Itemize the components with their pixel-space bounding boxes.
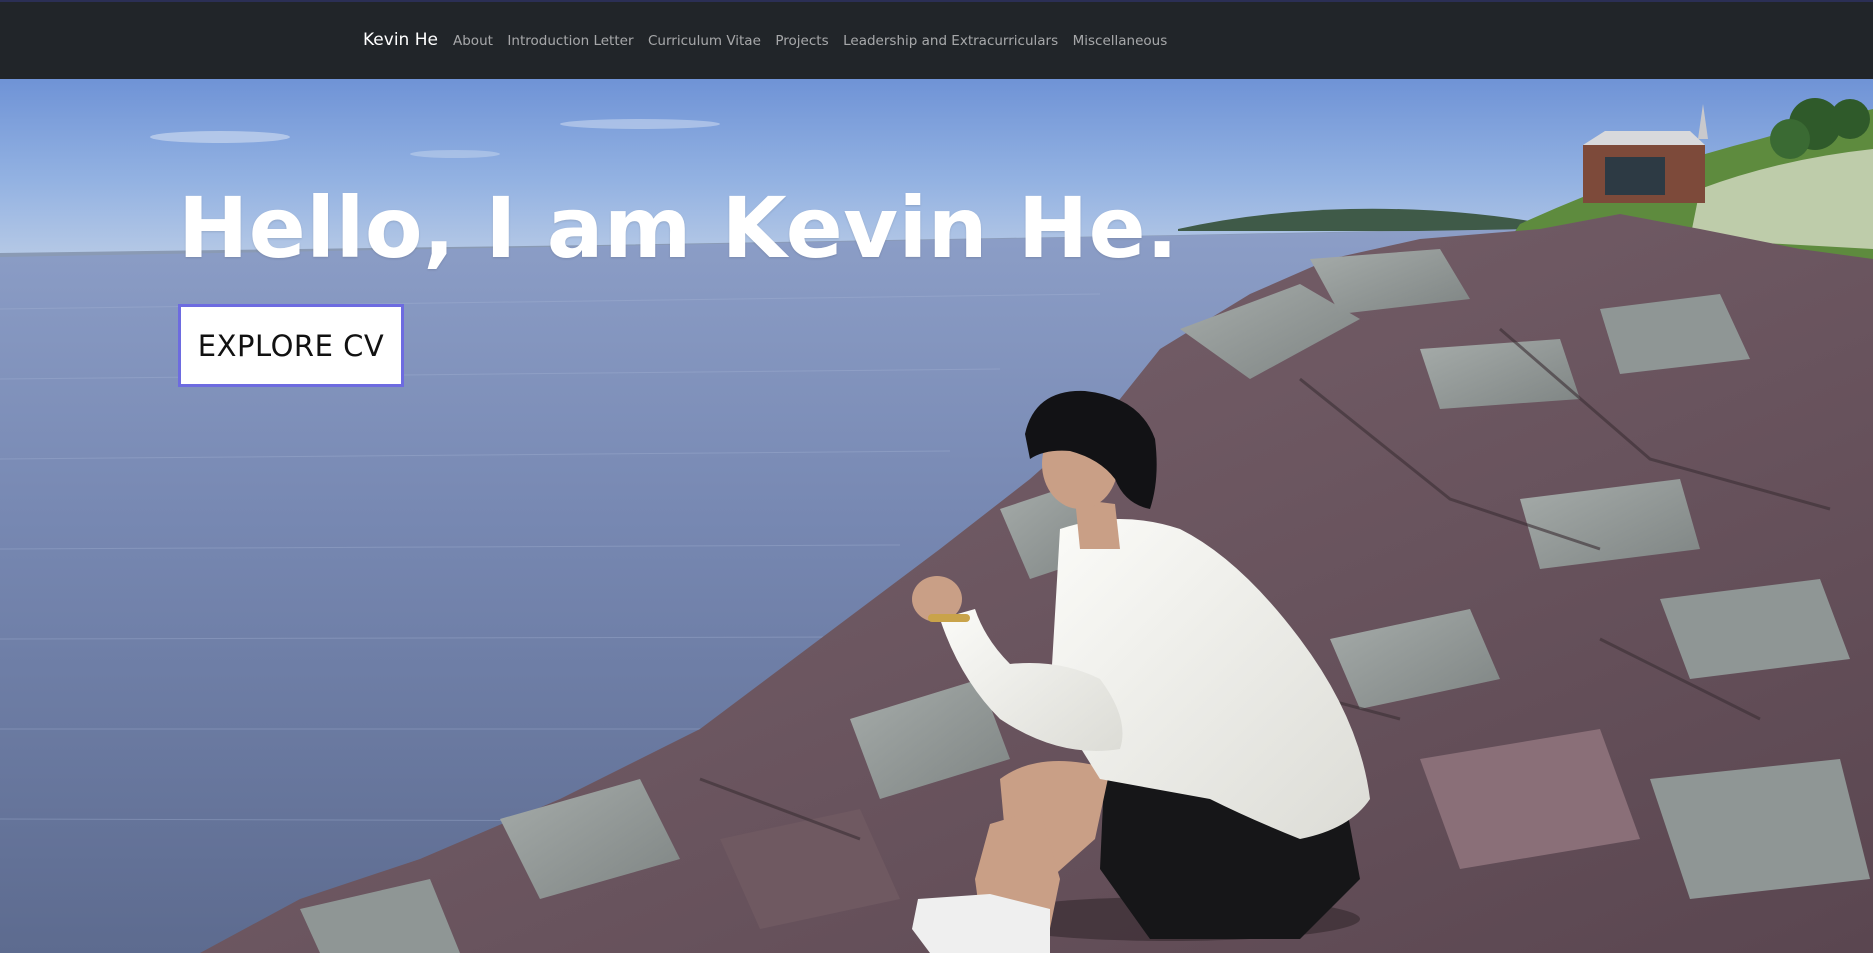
- explore-cv-button[interactable]: EXPLORE CV: [178, 304, 404, 387]
- top-navbar: Kevin He About Introduction Letter Curri…: [0, 0, 1873, 79]
- nav-link-projects[interactable]: Projects: [775, 33, 828, 49]
- hero-title: Hello, I am Kevin He.: [178, 179, 1179, 277]
- hero-section: Hello, I am Kevin He. EXPLORE CV: [0, 79, 1873, 953]
- nav-link-miscellaneous[interactable]: Miscellaneous: [1073, 33, 1168, 49]
- brand-link[interactable]: Kevin He: [363, 30, 438, 50]
- nav-link-about[interactable]: About: [453, 33, 493, 49]
- nav-link-leadership[interactable]: Leadership and Extracurriculars: [843, 33, 1058, 49]
- nav-links: About Introduction Letter Curriculum Vit…: [453, 33, 1167, 49]
- nav-link-curriculum-vitae[interactable]: Curriculum Vitae: [648, 33, 761, 49]
- nav-link-introduction-letter[interactable]: Introduction Letter: [507, 33, 633, 49]
